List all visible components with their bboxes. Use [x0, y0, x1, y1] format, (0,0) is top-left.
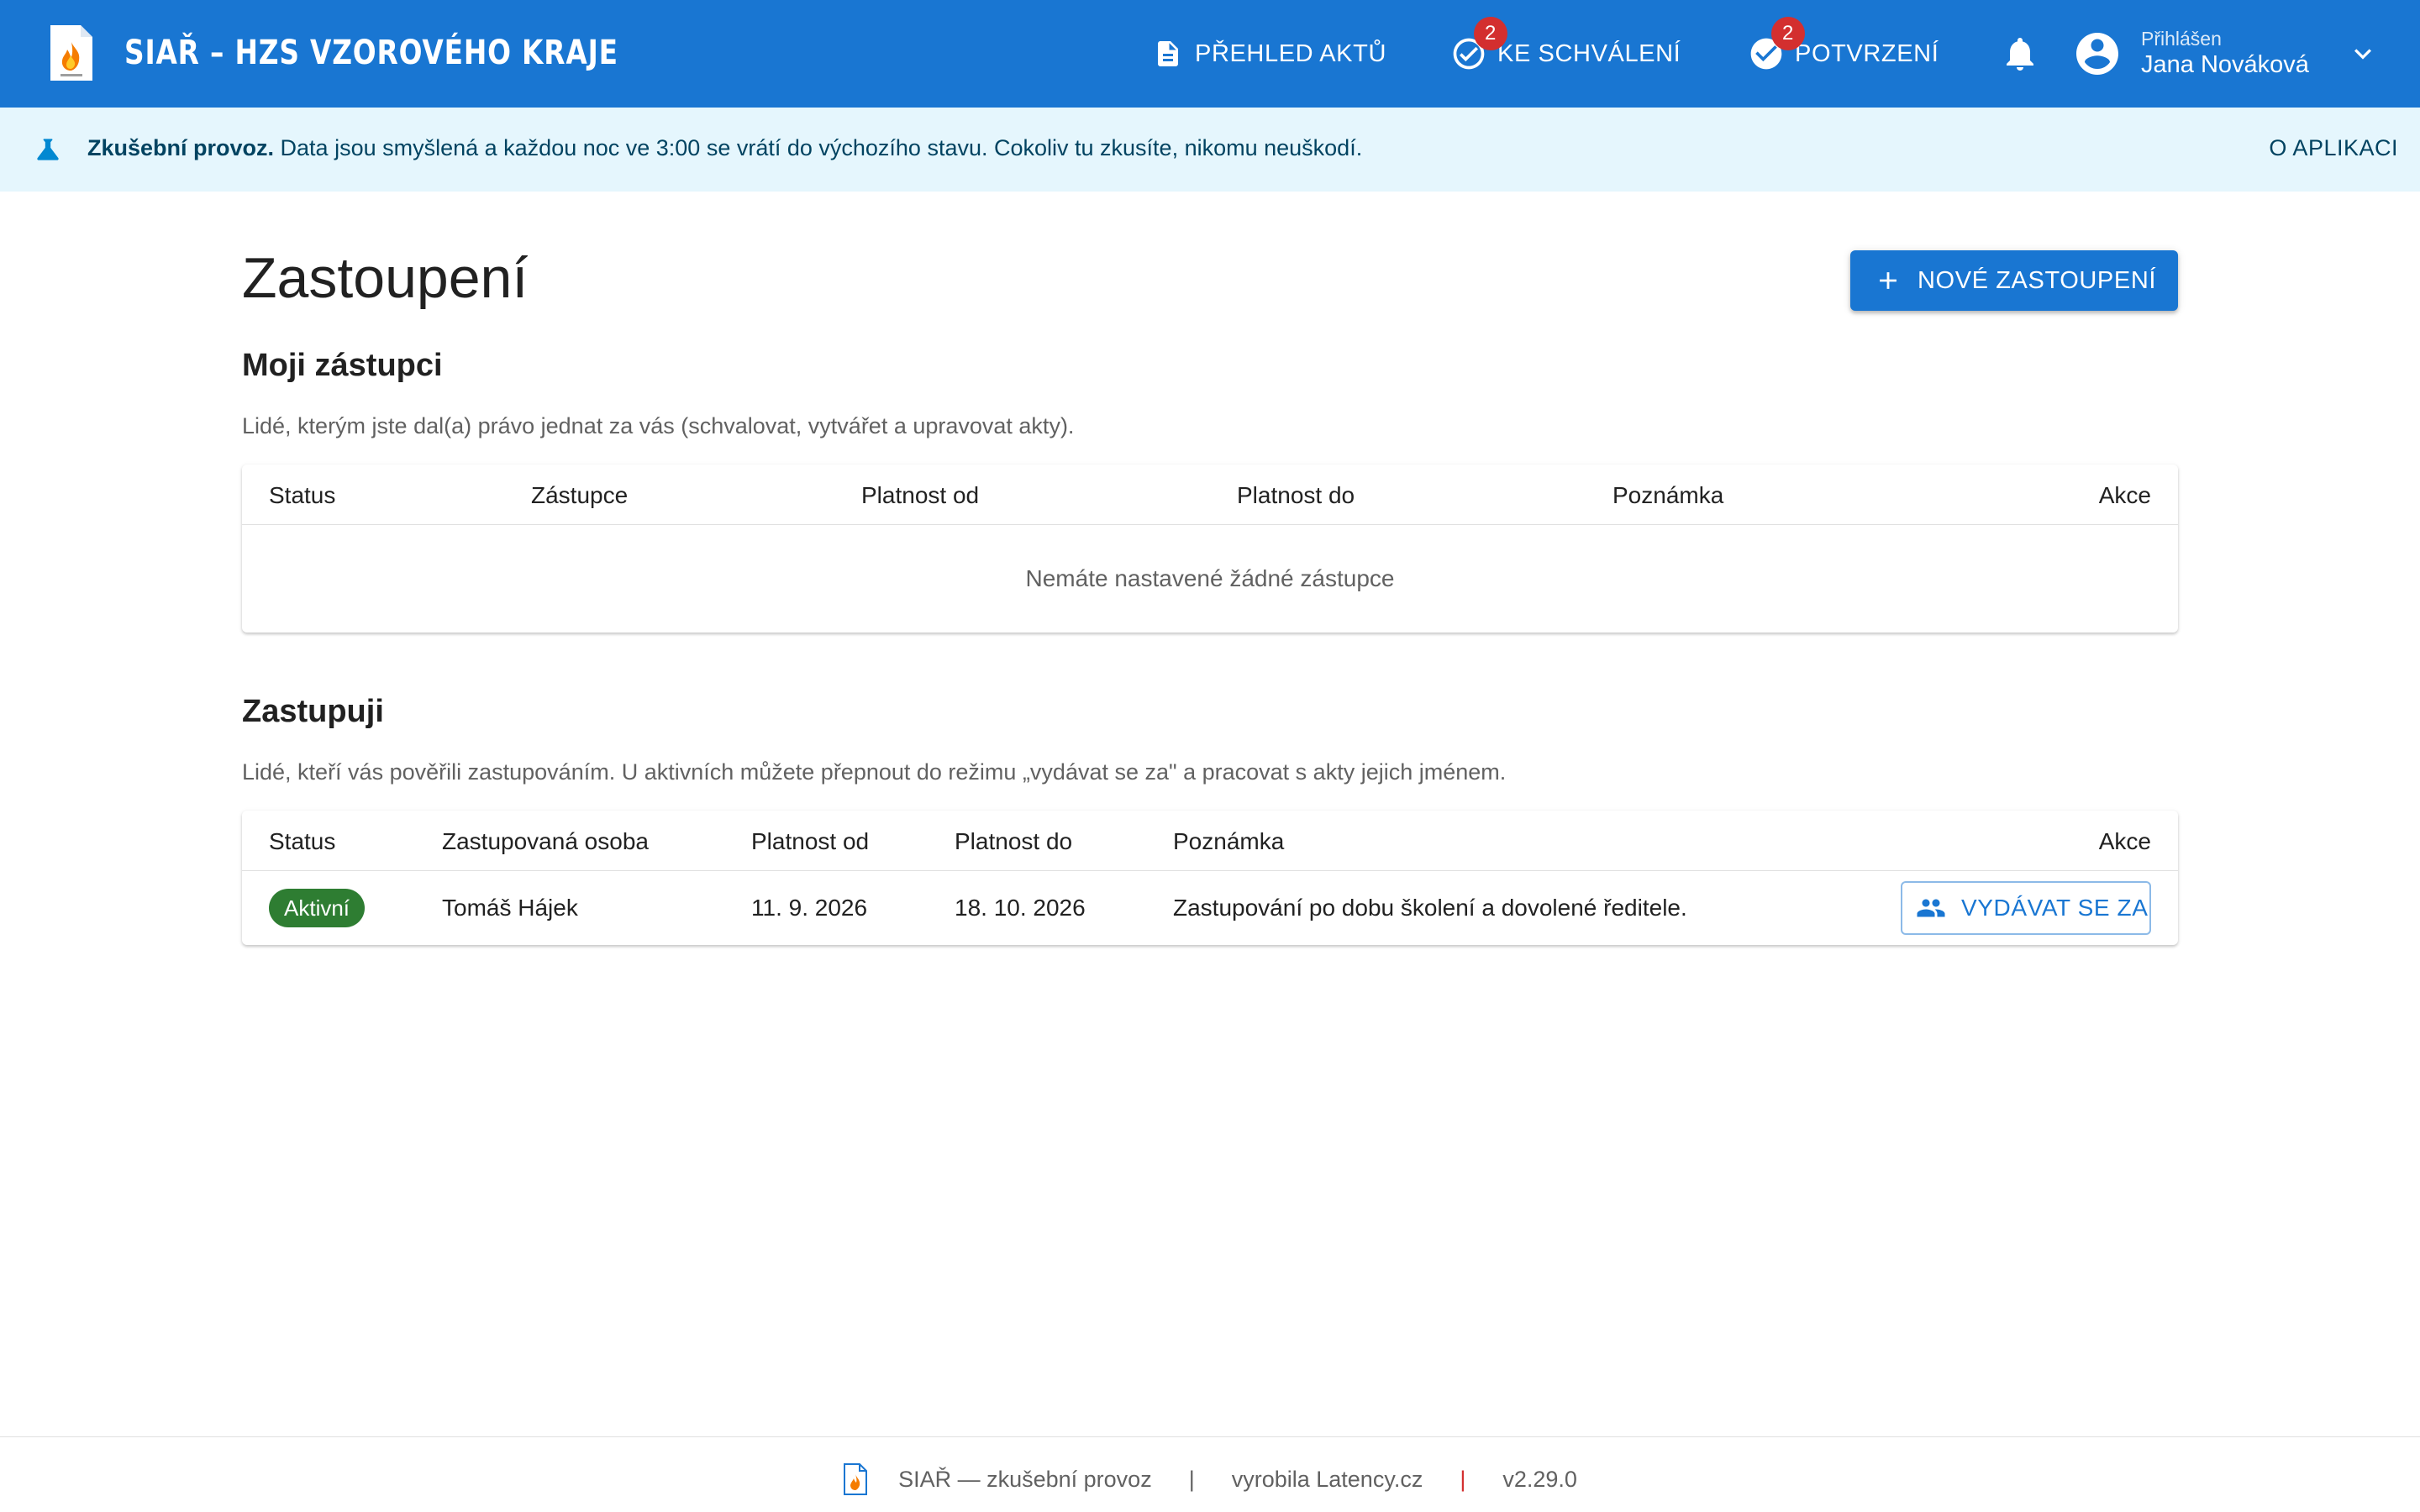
- people-icon: [1917, 899, 1945, 917]
- user-menu[interactable]: Přihlášen Jana Nováková: [2072, 0, 2371, 108]
- banner-message: Data jsou smyšlená a každou noc ve 3:00 …: [274, 135, 1363, 160]
- representing-table: Status Zastupovaná osoba Platnost od Pla…: [242, 811, 2178, 945]
- table-row: Aktivní Tomáš Hájek 11. 9. 2026 18. 10. …: [242, 871, 2178, 945]
- column-note: Poznámka: [1612, 482, 1724, 508]
- empty-state: Nemáte nastavené žádné zástupce: [242, 525, 2178, 633]
- column-actions: Akce: [2098, 828, 2151, 854]
- column-valid-from: Platnost od: [861, 482, 980, 508]
- banner-text: Zkušební provoz. Data jsou smyšlená a ka…: [87, 135, 1362, 161]
- represented-person: Tomáš Hájek: [442, 895, 578, 921]
- new-delegation-button[interactable]: NOVÉ ZASTOUPENÍ: [1850, 250, 2178, 311]
- chevron-down-icon: [2354, 49, 2371, 60]
- representing-description: Lidé, kteří vás pověřili zastupováním. U…: [242, 759, 1507, 785]
- nav-confirm-label: POTVRZENÍ: [1795, 39, 1939, 67]
- user-name: Jana Nováková: [2141, 51, 2309, 79]
- empty-state-text: Nemáte nastavené žádné zástupce: [1025, 565, 1395, 591]
- page-title: Zastoupení: [242, 246, 529, 310]
- my-deputies-table: Status Zástupce Platnost od Platnost do …: [242, 465, 2178, 633]
- column-valid-to: Platnost do: [955, 828, 1073, 854]
- new-delegation-label: NOVÉ ZASTOUPENÍ: [1918, 266, 2157, 294]
- app-title: SIAŘ – HZS VZOROVÉHO KRAJE: [124, 34, 618, 72]
- footer-version: v2.29.0: [1502, 1466, 1577, 1492]
- footer-app: SIAŘ — zkušební provoz: [898, 1466, 1152, 1492]
- note: Zastupování po dobu školení a dovolené ř…: [1173, 895, 1687, 921]
- nav-overview-label: PŘEHLED AKTŮ: [1195, 39, 1386, 67]
- column-valid-to: Platnost do: [1237, 482, 1355, 508]
- document-flame-logo-icon: [50, 25, 92, 81]
- impersonate-label: VYDÁVAT SE ZA: [1961, 895, 2149, 921]
- nav-confirm[interactable]: POTVRZENÍ 2: [1748, 0, 1939, 108]
- status-badge: Aktivní: [269, 889, 366, 927]
- valid-from: 11. 9. 2026: [751, 895, 868, 921]
- nav-approval[interactable]: KE SCHVÁLENÍ 2: [1450, 0, 1681, 108]
- brand[interactable]: SIAŘ – HZS VZOROVÉHO KRAJE: [49, 24, 727, 82]
- column-note: Poznámka: [1173, 828, 1285, 854]
- footer: SIAŘ — zkušební provoz | vyrobila Latenc…: [0, 1436, 2420, 1512]
- banner-bold: Zkušební provoz.: [87, 135, 275, 160]
- nav-overview[interactable]: PŘEHLED AKTŮ: [1153, 0, 1386, 108]
- plus-icon: [1880, 272, 1897, 289]
- column-deputy: Zástupce: [531, 482, 629, 508]
- footer-content: SIAŘ — zkušební provoz | vyrobila Latenc…: [0, 1462, 2420, 1496]
- representing-title: Zastupuji: [242, 694, 384, 729]
- approval-badge: 2: [1474, 17, 1507, 50]
- valid-to: 18. 10. 2026: [955, 895, 1086, 921]
- my-deputies-description: Lidé, kterým jste dal(a) právo jednat za…: [242, 413, 1075, 438]
- document-flame-logo-icon: [844, 1463, 868, 1495]
- trial-banner: Zkušební provoz. Data jsou smyšlená a ka…: [0, 108, 2420, 192]
- app-bar: SIAŘ – HZS VZOROVÉHO KRAJE PŘEHLED AKTŮ …: [0, 0, 2420, 108]
- about-app-link[interactable]: O APLIKACI: [2269, 135, 2398, 161]
- user-info: Přihlášen Jana Nováková: [2141, 28, 2309, 80]
- table-header: Status Zástupce Platnost od Platnost do …: [242, 465, 2178, 525]
- column-valid-from: Platnost od: [751, 828, 870, 854]
- nav-approval-label: KE SCHVÁLENÍ: [1497, 39, 1681, 67]
- bell-icon[interactable]: [2000, 34, 2040, 74]
- footer-separator: |: [1460, 1466, 1466, 1492]
- table-header: Status Zastupovaná osoba Platnost od Pla…: [242, 811, 2178, 871]
- column-status: Status: [269, 482, 336, 508]
- footer-separator: |: [1188, 1466, 1195, 1492]
- column-actions: Akce: [2098, 482, 2151, 508]
- column-represented-person: Zastupovaná osoba: [442, 828, 649, 854]
- my-deputies-title: Moji zástupci: [242, 348, 443, 383]
- flask-icon: [37, 139, 59, 160]
- document-icon: [1158, 41, 1178, 66]
- column-status: Status: [269, 828, 336, 854]
- account-circle-icon: [2076, 33, 2118, 75]
- logged-in-label: Přihlášen: [2141, 27, 2222, 50]
- confirm-badge: 2: [1771, 17, 1805, 50]
- impersonate-button[interactable]: VYDÁVAT SE ZA: [1901, 881, 2151, 935]
- footer-maker-link[interactable]: vyrobila Latency.cz: [1232, 1467, 1423, 1493]
- page: SIAŘ – HZS VZOROVÉHO KRAJE PŘEHLED AKTŮ …: [0, 0, 2420, 1512]
